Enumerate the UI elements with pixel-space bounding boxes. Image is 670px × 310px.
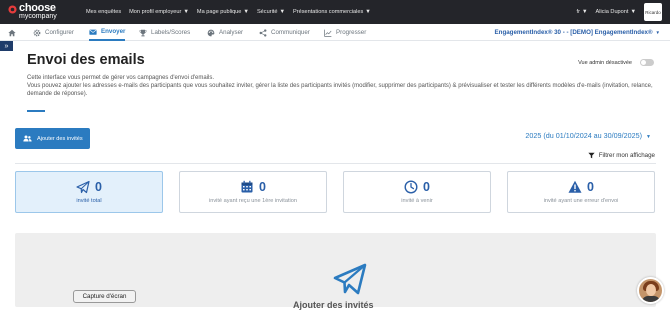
double-chevron-right-icon: » xyxy=(4,42,9,50)
user-menu[interactable]: Alicia Dupont ▼ xyxy=(595,9,636,15)
sidebar-expand-button[interactable]: » xyxy=(0,41,13,51)
calendar-icon xyxy=(241,180,253,193)
period-selector[interactable]: 2025 (du 01/10/2024 au 30/09/2025) ▼ xyxy=(525,131,651,140)
tab-home[interactable] xyxy=(8,24,16,41)
section-divider xyxy=(15,163,656,164)
page-description: Cette interface vous permet de gérer vos… xyxy=(27,74,657,99)
stat-label: invité à venir xyxy=(401,198,433,204)
description-divider xyxy=(27,110,45,112)
tab-labels-scores[interactable]: Labels/Scores xyxy=(139,24,190,41)
tab-communiquer[interactable]: Communiquer xyxy=(259,24,310,41)
chevron-down-icon: ▼ xyxy=(655,30,660,35)
description-line-1: Cette interface vous permet de gérer vos… xyxy=(27,75,215,81)
menu-item-mes-enquetes[interactable]: Mes enquêtes xyxy=(86,9,121,15)
stat-value: 0 xyxy=(423,180,430,194)
palette-icon xyxy=(207,29,215,36)
page-title: Envoi des emails xyxy=(27,52,145,68)
stat-label: invité total xyxy=(76,198,102,204)
stat-value: 0 xyxy=(259,180,266,194)
logo-mark-icon xyxy=(8,5,17,14)
engagement-selector[interactable]: EngagementIndex® 30 - - [DEMO] Engagemen… xyxy=(495,24,660,41)
tab-configurer[interactable]: Configurer xyxy=(33,24,74,41)
top-navbar: choose mycompany Mes enquêtes Mon profil… xyxy=(0,0,670,24)
filter-icon xyxy=(588,152,595,159)
chevron-down-icon: ▼ xyxy=(646,134,651,140)
stat-label: invité ayant une erreur d'envoi xyxy=(543,198,619,204)
stat-card-total-invites[interactable]: 0 invité total xyxy=(15,171,163,213)
home-icon xyxy=(8,29,16,36)
stat-value: 0 xyxy=(587,180,594,194)
stat-card-upcoming[interactable]: 0 invité à venir xyxy=(343,171,491,213)
stat-card-send-error[interactable]: 0 invité ayant une erreur d'envoi xyxy=(507,171,655,213)
tab-analyser[interactable]: Analyser xyxy=(207,24,243,41)
description-line-2: Vous pouvez ajouter les adresses e-mails… xyxy=(27,83,653,98)
chat-assistant-avatar[interactable] xyxy=(637,277,664,304)
menu-item-profil-employeur[interactable]: Mon profil employeur ▼ xyxy=(129,9,189,15)
chevron-down-icon: ▼ xyxy=(183,9,189,15)
chevron-down-icon: ▼ xyxy=(365,9,371,15)
stat-label: invité ayant reçu une 1ère invitation xyxy=(208,198,297,204)
panel-title: Ajouter des invités xyxy=(293,300,374,310)
paper-plane-icon xyxy=(76,180,90,194)
admin-view-toggle[interactable] xyxy=(640,59,654,66)
paper-plane-icon[interactable] xyxy=(333,263,367,295)
choosemycompany-logo[interactable]: choose mycompany xyxy=(8,2,66,22)
chart-line-icon xyxy=(324,29,332,37)
chevron-down-icon: ▼ xyxy=(243,9,249,15)
logo-line2: mycompany xyxy=(19,13,57,20)
menu-item-page-publique[interactable]: Ma page publique ▼ xyxy=(197,9,249,15)
menu-item-securite[interactable]: Sécurité ▼ xyxy=(257,9,285,15)
envelope-icon xyxy=(89,29,97,35)
users-icon xyxy=(23,135,32,142)
screenshot-button[interactable]: Capture d'écran xyxy=(73,290,136,303)
tab-envoyer[interactable]: Envoyer xyxy=(89,24,126,41)
clock-icon xyxy=(404,180,418,194)
warning-icon xyxy=(568,180,582,193)
chevron-down-icon: ▼ xyxy=(279,9,286,15)
share-icon xyxy=(259,28,267,37)
stat-card-first-invitation[interactable]: 0 invité ayant reçu une 1ère invitation xyxy=(179,171,327,213)
filter-display-button[interactable]: Filtrer mon affichage xyxy=(588,152,655,159)
main-menu: Mes enquêtes Mon profil employeur ▼ Ma pa… xyxy=(86,0,371,24)
add-invitees-button[interactable]: Ajouter des invités xyxy=(15,128,90,149)
stat-value: 0 xyxy=(95,180,102,194)
chevron-down-icon: ▼ xyxy=(581,9,588,15)
menu-item-presentations[interactable]: Présentations commerciales ▼ xyxy=(293,9,371,15)
user-area: fr ▼ Alicia Dupont ▼ Ricardo xyxy=(577,0,662,24)
company-avatar[interactable]: Ricardo xyxy=(644,3,662,21)
admin-view-label: Vue admin désactivée xyxy=(578,60,632,66)
tab-progresser[interactable]: Progresser xyxy=(324,24,366,41)
chevron-down-icon: ▼ xyxy=(630,9,636,15)
gear-icon xyxy=(33,29,41,36)
trophy-icon xyxy=(139,29,147,36)
language-selector[interactable]: fr ▼ xyxy=(577,9,588,15)
